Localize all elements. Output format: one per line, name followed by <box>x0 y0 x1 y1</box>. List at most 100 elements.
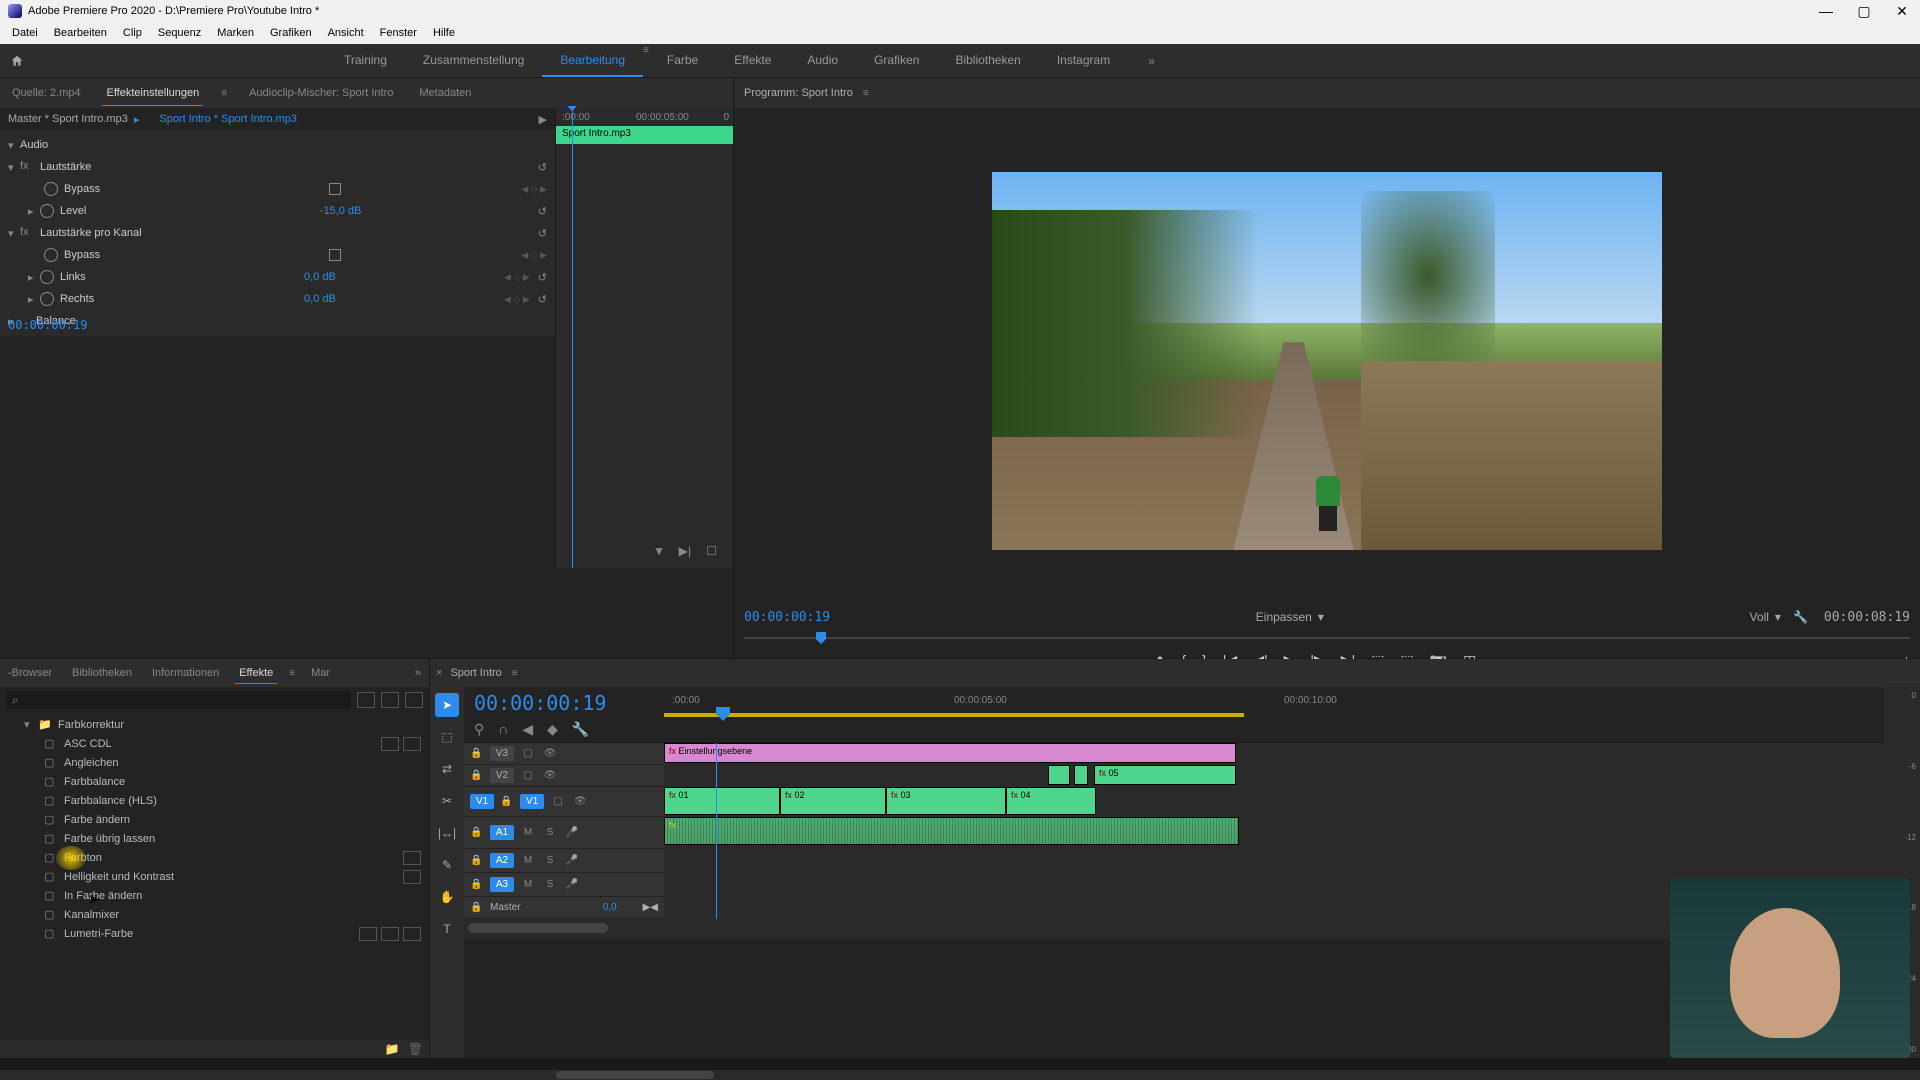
play-icon[interactable]: ▶ <box>539 113 547 126</box>
tab-browser[interactable]: -Browser <box>4 663 56 683</box>
tree-farbbalance-hls[interactable]: ▢Farbbalance (HLS) <box>0 791 429 810</box>
timeline-timecode[interactable]: 00:00:00:19 <box>474 691 654 715</box>
menu-hilfe[interactable]: Hilfe <box>425 25 463 41</box>
tab-effekteinstellungen[interactable]: Effekteinstellungen <box>102 81 203 106</box>
workspace-zusammenstellung[interactable]: Zusammenstellung <box>405 45 542 77</box>
track-master-header[interactable]: 🔒Master0,0▶◀ <box>464 897 664 919</box>
audio-section-header[interactable]: ▾Audio <box>0 134 555 156</box>
program-scrubber[interactable] <box>744 630 1910 646</box>
settings-icon[interactable]: ☐ <box>706 544 717 558</box>
menu-fenster[interactable]: Fenster <box>372 25 425 41</box>
chevron-down-icon[interactable]: ▾ <box>1775 610 1781 624</box>
timeline-ruler[interactable]: :00:00 00:00:05:00 00:00:10:00 <box>664 687 1884 742</box>
tree-farbe-ubrig[interactable]: ▢Farbe übrig lassen <box>0 829 429 848</box>
clip-02[interactable]: fx 02 <box>780 787 886 815</box>
menu-datei[interactable]: Datei <box>4 25 46 41</box>
effect-timecode[interactable]: 00:00:00:19 <box>8 318 87 332</box>
ripple-edit-tool[interactable]: ⇄ <box>435 757 459 781</box>
minimize-button[interactable]: — <box>1816 1 1836 21</box>
chevron-down-icon[interactable]: ▾ <box>1318 610 1324 624</box>
menu-sequenz[interactable]: Sequenz <box>150 25 209 41</box>
preset-type-icon-1[interactable] <box>357 692 375 708</box>
overflow-icon[interactable]: » <box>411 663 425 683</box>
clip-v2-gap1[interactable] <box>1048 765 1070 785</box>
tree-farbkorrektur[interactable]: ▾📁Farbkorrektur <box>0 715 429 734</box>
clip-name-label[interactable]: Sport Intro * Sport Intro.mp3 <box>159 113 297 125</box>
maximize-button[interactable]: ▢ <box>1854 1 1874 21</box>
bypass-row-2[interactable]: Bypass ◀ ◇ ▶ <box>0 244 555 266</box>
clip-01[interactable]: fx 01 <box>664 787 780 815</box>
master-clip-label[interactable]: Master * Sport Intro.mp3 <box>8 113 128 125</box>
keyframe-nav[interactable]: ◀ ◇ ▶ <box>521 250 547 261</box>
pen-tool[interactable]: ✎ <box>435 853 459 877</box>
timeline-playhead-handle[interactable] <box>716 707 730 721</box>
menu-grafiken[interactable]: Grafiken <box>262 25 320 41</box>
tree-asc-cdl[interactable]: ▢ASC CDL <box>0 734 429 753</box>
program-timecode-left[interactable]: 00:00:00:19 <box>744 610 830 625</box>
menu-clip[interactable]: Clip <box>115 25 150 41</box>
links-value[interactable]: 0,0 dB <box>304 271 404 283</box>
fit-dropdown[interactable]: Einpassen <box>1256 610 1312 624</box>
kanal-header[interactable]: ▾fxLautstärke pro Kanal↺ <box>0 222 555 244</box>
tree-angleichen[interactable]: ▢Angleichen <box>0 753 429 772</box>
level-value[interactable]: -15,0 dB <box>320 205 420 217</box>
program-menu-icon[interactable]: ≡ <box>863 88 869 99</box>
overflow-icon[interactable]: » <box>1148 54 1155 68</box>
tab-quelle[interactable]: Quelle: 2.mp4 <box>8 81 84 105</box>
tree-in-farbe[interactable]: ▢In Farbe ändern <box>0 886 429 905</box>
filter-icon[interactable]: ▼ <box>653 544 665 558</box>
horizontal-scrollbar[interactable] <box>556 1071 714 1079</box>
track-a1-header[interactable]: 🔒A1MS🎤 <box>464 817 664 849</box>
tree-farbbalance[interactable]: ▢Farbbalance <box>0 772 429 791</box>
workspace-grafiken[interactable]: Grafiken <box>856 45 937 77</box>
settings-icon[interactable]: 🔧 <box>572 721 589 738</box>
track-v2-header[interactable]: 🔒V2▢👁 <box>464 765 664 787</box>
tab-metadaten[interactable]: Metadaten <box>415 81 475 105</box>
scrubber-playhead[interactable] <box>816 632 826 644</box>
track-v1-header[interactable]: V1🔒V1▢👁 <box>464 787 664 817</box>
tree-farbton[interactable]: ▢Farbton <box>0 848 429 867</box>
close-panel-icon[interactable]: × <box>436 667 442 679</box>
home-icon[interactable] <box>8 52 26 70</box>
tab-mar[interactable]: Mar <box>307 663 334 683</box>
effect-mini-timeline[interactable]: :00:00 00:00:05:00 0 Sport Intro.mp3 <box>556 108 733 148</box>
workspace-bibliotheken[interactable]: Bibliotheken <box>937 45 1038 77</box>
tree-lumetri[interactable]: ▢Lumetri-Farbe <box>0 924 429 943</box>
timeline-menu-icon[interactable]: ≡ <box>512 668 518 679</box>
workspace-instagram[interactable]: Instagram <box>1039 45 1128 77</box>
tree-helligkeit[interactable]: ▢Helligkeit und Kontrast <box>0 867 429 886</box>
links-row[interactable]: ▸Links 0,0 dB ◀ ◇ ▶↺ <box>0 266 555 288</box>
add-marker-icon[interactable]: ◆ <box>547 721 558 738</box>
timeline-zoom-scrollbar[interactable] <box>468 923 608 933</box>
linked-selection-icon[interactable]: ∩ <box>498 721 508 738</box>
close-button[interactable]: ✕ <box>1892 1 1912 21</box>
menu-bearbeiten[interactable]: Bearbeiten <box>46 25 115 41</box>
sequence-name[interactable]: Sport Intro <box>450 667 501 679</box>
rechts-row[interactable]: ▸Rechts 0,0 dB ◀ ◇ ▶↺ <box>0 288 555 310</box>
track-a3-header[interactable]: 🔒A3MS🎤 <box>464 873 664 897</box>
workspace-training[interactable]: Training <box>326 45 405 77</box>
snap-icon[interactable]: ⚲ <box>474 721 484 738</box>
rechts-value[interactable]: 0,0 dB <box>304 293 404 305</box>
track-select-tool[interactable]: ⬚ <box>435 725 459 749</box>
track-v3-header[interactable]: 🔒V3▢👁 <box>464 743 664 765</box>
delete-icon[interactable]: 🗑 <box>408 1042 423 1056</box>
menu-marken[interactable]: Marken <box>209 25 262 41</box>
keyframe-nav[interactable]: ◀ ◇ ▶ <box>521 184 547 195</box>
workspace-farbe[interactable]: Farbe <box>649 45 716 77</box>
clip-03[interactable]: fx 03 <box>886 787 1006 815</box>
clip-05[interactable]: fx 05 <box>1094 765 1236 785</box>
tab-audioclip-mischer[interactable]: Audioclip-Mischer: Sport Intro <box>245 81 397 105</box>
workspace-audio[interactable]: Audio <box>789 45 856 77</box>
export-icon[interactable]: ▶| <box>679 544 691 558</box>
bypass-checkbox-1[interactable] <box>329 183 341 195</box>
clip-adjustment-layer[interactable]: fx Einstellungsebene <box>664 743 1236 763</box>
lautstarke-header[interactable]: ▾fxLautstärke↺ <box>0 156 555 178</box>
effects-search-input[interactable] <box>6 691 351 709</box>
selection-tool[interactable]: ➤ <box>435 693 459 717</box>
razor-tool[interactable]: ✂ <box>435 789 459 813</box>
new-bin-icon[interactable]: 📁 <box>385 1042 400 1056</box>
clip-04[interactable]: fx 04 <box>1006 787 1096 815</box>
preset-type-icon-3[interactable] <box>405 692 423 708</box>
tab-menu-icon[interactable]: ≡ <box>289 668 295 679</box>
